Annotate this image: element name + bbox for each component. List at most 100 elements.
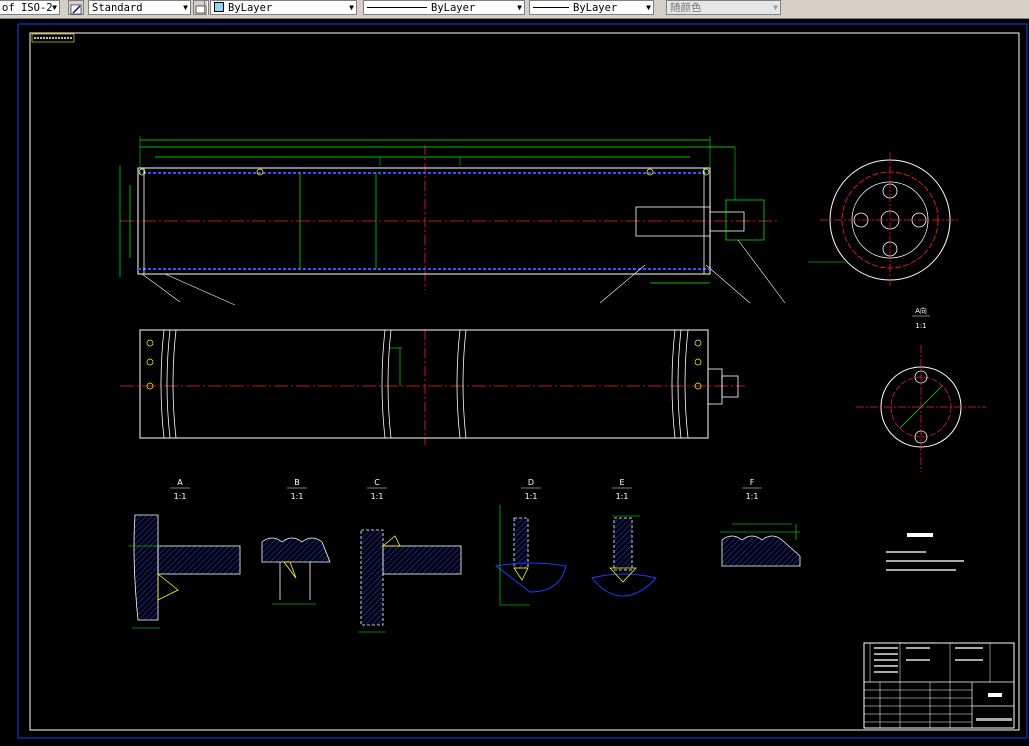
weld-symbol <box>381 535 401 547</box>
shaft-end <box>721 375 739 398</box>
pipe-wall <box>591 573 657 597</box>
technical-requirements-note <box>886 533 964 571</box>
plotstyle-dropdown[interactable]: 随颜色 ▼ <box>666 0 781 15</box>
detail-c-drawing <box>358 529 462 633</box>
shaft-end <box>709 211 745 232</box>
title-block-text <box>874 665 898 667</box>
hatched-section <box>261 537 331 563</box>
view-a-side: A向 1:1 <box>856 306 986 472</box>
toolbar-separator <box>204 1 208 15</box>
hatched-plate <box>133 514 159 621</box>
note-heading <box>907 533 933 537</box>
detail-a-scale: 1:1 <box>174 492 187 501</box>
linetype-preview-icon <box>367 7 427 8</box>
drawing-canvas[interactable]: A向 1:1 A 1:1 B 1:1 C 1:1 D 1:1 E 1:1 F 1… <box>0 18 1029 746</box>
spiral-lines-left <box>160 329 177 439</box>
front-view <box>119 136 786 306</box>
dimstyle-value: of ISO-2 <box>2 2 53 14</box>
hatched-section <box>721 535 801 567</box>
chevron-down-icon: ▼ <box>349 3 354 12</box>
roller-outline <box>139 329 709 439</box>
layer-value: ByLayer <box>228 2 273 14</box>
dimstyle-dropdown[interactable]: of ISO-2 ▼ <box>0 0 60 15</box>
title-block-text <box>906 647 930 649</box>
hatched-shaft <box>382 545 462 575</box>
pipe-wall <box>494 562 567 593</box>
detail-d-scale: 1:1 <box>525 492 538 501</box>
bolt-hole <box>694 358 702 366</box>
leader-line <box>705 264 751 304</box>
detail-c-letter: C <box>374 478 380 487</box>
detail-c-scale: 1:1 <box>371 492 384 501</box>
hatched-shaft <box>157 545 241 575</box>
detail-f-drawing <box>720 523 801 567</box>
chevron-down-icon: ▼ <box>646 3 651 12</box>
organization-text <box>976 718 1012 721</box>
shaft <box>635 206 711 237</box>
flange-end-view <box>808 152 960 288</box>
lineweight-dropdown[interactable]: ByLayer ▼ <box>529 0 654 15</box>
detail-a-drawing <box>128 514 241 629</box>
lineweight-value: ByLayer <box>573 2 618 14</box>
layer-dropdown[interactable]: ByLayer ▼ <box>210 0 357 15</box>
hatched-plate <box>613 517 633 571</box>
title-block-text <box>874 671 898 673</box>
linetype-value: ByLayer <box>431 2 476 14</box>
spiral-lines-middle <box>456 329 467 439</box>
detail-b-letter: B <box>294 478 300 487</box>
textstyle-value: Standard <box>92 2 143 14</box>
note-line <box>886 560 964 562</box>
leader-line <box>164 273 236 306</box>
chevron-down-icon: ▼ <box>183 3 188 12</box>
title-block-text <box>955 647 983 649</box>
detail-e-drawing <box>591 515 657 597</box>
lineweight-preview-icon <box>533 7 569 8</box>
weld-symbol <box>609 567 637 583</box>
detail-a-letter: A <box>177 478 183 487</box>
weld-symbol <box>157 573 179 601</box>
shaft-dimension <box>725 199 765 241</box>
detail-f-letter: F <box>750 478 755 487</box>
detail-d-drawing <box>494 505 567 606</box>
properties-toolbar: of ISO-2 ▼ Standard ▼ ByLayer ▼ ByLayer … <box>0 0 1029 19</box>
leader-line <box>737 239 786 304</box>
view-a-scale: 1:1 <box>915 322 926 330</box>
title-block <box>863 642 1015 729</box>
detail-e-scale: 1:1 <box>616 492 629 501</box>
weld-symbol <box>513 567 529 581</box>
drawing-frame <box>29 32 1020 731</box>
detail-b-scale: 1:1 <box>291 492 304 501</box>
hatched-plate <box>513 517 529 569</box>
spiral-lines-middle <box>381 329 392 439</box>
spiral-lines-right <box>671 329 689 439</box>
view-a-label: A向 <box>915 306 927 315</box>
leader-line <box>599 264 646 304</box>
bolt-hole <box>694 339 702 347</box>
outer-view <box>120 329 745 445</box>
color-swatch-icon <box>214 2 224 12</box>
title-block-text <box>874 653 898 655</box>
chevron-down-icon: ▼ <box>773 3 778 12</box>
chevron-down-icon: ▼ <box>517 3 522 12</box>
detail-b-drawing <box>261 537 331 605</box>
weld-symbol <box>283 561 297 579</box>
note-line <box>886 569 956 571</box>
shaft-step <box>707 368 723 405</box>
bolt-hole <box>146 339 154 347</box>
detail-e-letter: E <box>619 478 624 487</box>
plotstyle-value: 随颜色 <box>670 2 702 14</box>
textstyle-dropdown[interactable]: Standard ▼ <box>88 0 191 15</box>
note-line <box>886 551 926 553</box>
textstyle-manager-button[interactable] <box>68 0 84 15</box>
title-block-text <box>906 659 930 661</box>
chevron-down-icon: ▼ <box>52 3 57 12</box>
textstyle-icon <box>70 4 82 15</box>
linetype-dropdown[interactable]: ByLayer ▼ <box>363 0 525 15</box>
title-block-frame <box>863 642 1015 729</box>
title-block-text <box>955 659 983 661</box>
detail-f-scale: 1:1 <box>746 492 759 501</box>
title-block-text <box>874 647 898 649</box>
hatched-plate <box>360 529 384 626</box>
detail-labels: A 1:1 B 1:1 C 1:1 D 1:1 E 1:1 F 1:1 <box>170 478 762 501</box>
detail-d-letter: D <box>528 478 534 487</box>
